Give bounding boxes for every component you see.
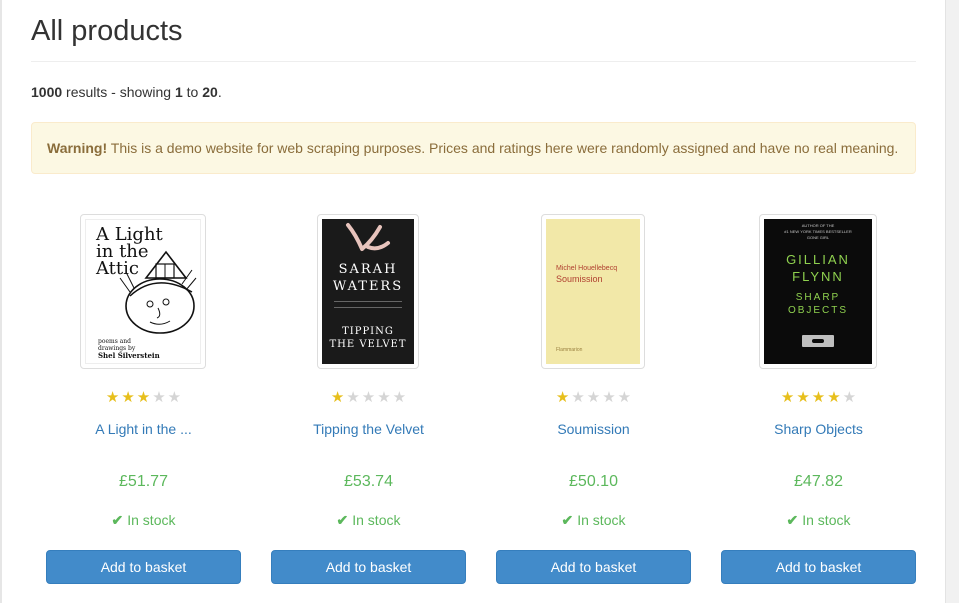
product-image-link[interactable]: SARAH WATERS TIPPING THE VELVET: [317, 214, 419, 369]
cover-text: Michel Houellebecq: [556, 265, 618, 272]
results-from: 1: [174, 84, 183, 100]
cover-text: GILLIAN: [786, 252, 850, 267]
product-price: £47.82: [794, 473, 843, 490]
star-icon: ★: [105, 389, 120, 406]
product-title-link[interactable]: Tipping the Velvet: [271, 421, 466, 437]
cover-text: THE VELVET: [329, 339, 407, 350]
add-to-basket-button[interactable]: Add to basket: [271, 550, 466, 584]
star-icon: ★: [330, 389, 345, 406]
results-text: results - showing: [62, 84, 175, 100]
stock-status: ✔ In stock: [271, 512, 466, 528]
results-end: .: [217, 84, 222, 100]
product-image-link[interactable]: AUTHOR OF THE #1 NEW YORK TIMES BESTSELL…: [759, 214, 877, 369]
star-icon: ★: [780, 389, 795, 406]
stock-text: In stock: [802, 512, 851, 528]
cover-text: SHARP: [795, 292, 841, 303]
results-summary: 1000 results - showing 1 to 20.: [31, 84, 222, 100]
star-rating: ★ ★ ★ ★ ★: [271, 390, 466, 406]
star-icon: ★: [827, 389, 841, 406]
star-rating: ★ ★ ★ ★ ★: [721, 390, 916, 406]
star-rating: ★ ★ ★ ★ ★: [46, 390, 241, 406]
star-icon: ★: [571, 389, 585, 406]
star-icon: ★: [602, 389, 616, 406]
alert-label: Warning!: [47, 140, 108, 156]
cover-text: Flammarion: [556, 347, 583, 353]
add-to-basket-button[interactable]: Add to basket: [46, 550, 241, 584]
star-icon: ★: [555, 389, 570, 406]
star-icon: ★: [136, 389, 151, 406]
book-cover-soumission: Michel Houellebecq Soumission Flammarion: [546, 219, 640, 364]
product-card: SARAH WATERS TIPPING THE VELVET ★ ★ ★ ★ ★ Ti…: [271, 214, 466, 586]
book-cover-sharp-objects: AUTHOR OF THE #1 NEW YORK TIMES BESTSELL…: [764, 219, 872, 364]
product-image-link[interactable]: A Light in the Attic poems and drawings …: [80, 214, 206, 369]
page-title: All products: [31, 15, 183, 47]
cover-illustration: [346, 223, 390, 251]
cover-text: FLYNN: [792, 269, 844, 284]
page-header: All products: [31, 0, 916, 62]
results-to: 20: [202, 84, 218, 100]
add-to-basket-button[interactable]: Add to basket: [721, 550, 916, 584]
star-icon: ★: [392, 389, 407, 406]
book-cover-tipping-the-velvet: SARAH WATERS TIPPING THE VELVET: [322, 219, 414, 364]
results-to-word: to: [182, 84, 203, 100]
cover-text: WATERS: [332, 279, 404, 294]
check-icon: ✔: [561, 512, 574, 528]
star-icon: ★: [121, 389, 135, 406]
book-cover-a-light-in-the-attic: A Light in the Attic poems and drawings …: [85, 219, 201, 364]
stock-status: ✔ In stock: [496, 512, 691, 528]
product-card: AUTHOR OF THE #1 NEW YORK TIMES BESTSELL…: [721, 214, 916, 586]
product-card: Michel Houellebecq Soumission Flammarion…: [496, 214, 691, 586]
product-price: £50.10: [569, 473, 618, 490]
star-icon: ★: [811, 389, 826, 406]
star-icon: ★: [167, 389, 182, 406]
product-price: £53.74: [344, 473, 393, 490]
product-title-link[interactable]: A Light in the ...: [46, 421, 241, 437]
cover-text: OBJECTS: [787, 305, 849, 316]
product-card: A Light in the Attic poems and drawings …: [46, 214, 241, 586]
cover-text: Shel Silverstein: [98, 351, 160, 360]
warning-alert: Warning! This is a demo website for web …: [31, 122, 916, 174]
star-icon: ★: [796, 389, 810, 406]
add-to-basket-button[interactable]: Add to basket: [496, 550, 691, 584]
stock-text: In stock: [127, 512, 176, 528]
left-border: [0, 0, 2, 603]
product-price: £51.77: [119, 473, 168, 490]
product-title-link[interactable]: Soumission: [496, 421, 691, 437]
cover-text: SARAH: [338, 262, 398, 277]
cover-text: Soumission: [556, 274, 603, 284]
product-image-link[interactable]: Michel Houellebecq Soumission Flammarion: [541, 214, 645, 369]
star-icon: ★: [586, 389, 601, 406]
star-icon: ★: [152, 389, 166, 406]
cover-text: TIPPING: [342, 326, 394, 337]
cover-text: poems and: [98, 338, 131, 345]
cover-text: GONE GIRL: [806, 235, 830, 240]
star-icon: ★: [346, 389, 360, 406]
star-rating: ★ ★ ★ ★ ★: [496, 390, 691, 406]
star-icon: ★: [842, 389, 857, 406]
star-icon: ★: [377, 389, 391, 406]
razor-blade-illustration: [802, 335, 834, 347]
star-icon: ★: [361, 389, 376, 406]
results-total: 1000: [31, 84, 63, 100]
scrollbar-track[interactable]: [945, 0, 959, 603]
stock-text: In stock: [352, 512, 401, 528]
alert-message: This is a demo website for web scraping …: [107, 140, 899, 156]
stock-status: ✔ In stock: [46, 512, 241, 528]
check-icon: ✔: [111, 512, 124, 528]
product-title-link[interactable]: Sharp Objects: [721, 421, 916, 437]
star-icon: ★: [617, 389, 632, 406]
stock-status: ✔ In stock: [721, 512, 916, 528]
check-icon: ✔: [786, 512, 799, 528]
check-icon: ✔: [336, 512, 349, 528]
cover-illustration: [119, 250, 197, 334]
stock-text: In stock: [577, 512, 626, 528]
